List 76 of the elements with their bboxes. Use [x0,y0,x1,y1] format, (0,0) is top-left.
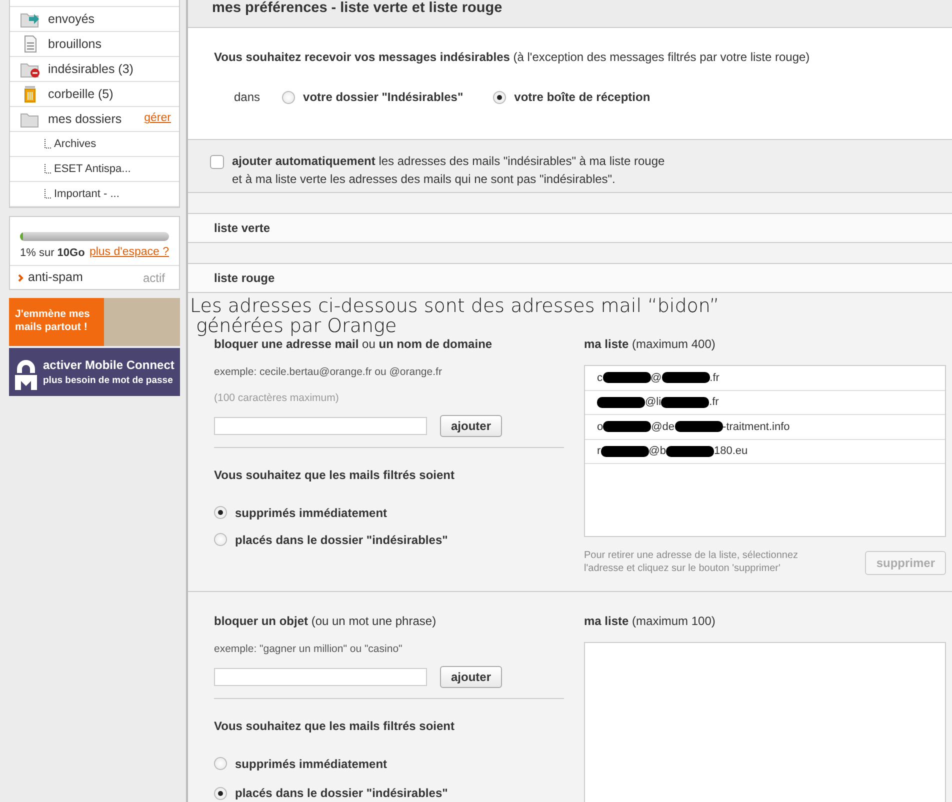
radio-button[interactable] [214,757,227,770]
redaction-mark [603,421,652,432]
option-label[interactable]: placés dans le dossier "indésirables" [235,530,448,548]
radio-button[interactable] [214,506,227,519]
subfolder-item[interactable]: Important - ... [54,186,120,202]
example-text: exemple: cecile.bertau@orange.fr ou @orange.fr [214,365,443,380]
example-text: exemple: "gagner un million" ou "casino" [214,642,404,657]
manage-link[interactable]: gérer [144,110,171,128]
radio-button[interactable] [493,90,506,104]
tree-connector-icon [44,164,52,174]
radio-button[interactable] [214,533,227,546]
email-text[interactable]: c [597,370,602,386]
promo-text: J'emmène mes mails partout ! [15,308,91,334]
prefix-label: dans [234,89,260,106]
mobile-connect-banner[interactable]: activer Mobile Connect plus besoin de mot de passe [9,348,180,396]
more-space-link[interactable]: plus d'espace ? [89,244,169,262]
handwritten-note: Les adresses ci-dessous sont des adresses mail “bidon” [190,296,720,316]
email-text[interactable]: @li [645,394,662,410]
mobile-connect-subtitle: plus besoin de mot de passe [43,374,174,388]
email-text[interactable]: .fr [709,394,719,410]
redaction-mark [602,372,650,384]
email-text[interactable]: @b [648,443,666,460]
redaction-mark [674,421,723,432]
section-header[interactable]: liste rouge [214,269,275,287]
option-label[interactable]: placés dans le dossier "indésirables" [235,784,448,802]
option-label[interactable]: votre boîte de réception [514,88,650,106]
folder-item[interactable]: corbeille (5) [10,82,179,107]
list-heading: ma liste (maximum 100) [584,613,716,630]
email-text[interactable]: @de [651,418,675,435]
redaction-mark [662,372,710,384]
remove-hint: Pour retirer une adresse de la liste, sélectionnez l'adresse et cliquez sur le bouton 'supprimer' [584,549,800,575]
add-button[interactable]: ajouter [440,414,502,436]
folder-item[interactable]: mes dossiers [48,110,122,128]
hint-text: (100 caractères maximum) [214,390,340,406]
redaction-mark [597,396,645,408]
subfolder-item[interactable]: ESET Antispa... [54,160,131,178]
radio-button[interactable] [214,786,227,800]
mobile-connect-title: activer Mobile Connect [43,356,174,374]
option-label[interactable]: supprimés immédiatement [235,754,388,773]
option-label[interactable]: supprimés immédiatement [235,504,388,522]
antispam-status: actif [142,270,165,286]
folder-item[interactable]: indésirables (3) [10,57,179,82]
handwritten-note: générées par Orange [196,316,397,336]
list-heading: ma liste (maximum 400) [584,336,716,353]
subfolder-item[interactable]: Archives [54,136,96,152]
page-title: mes préférences - liste verte et liste rouge [212,0,502,16]
block-heading: bloquer un objet (ou un mot une phrase) [214,613,438,630]
tree-connector-icon [44,139,52,149]
redaction-mark [661,396,710,408]
email-text[interactable]: @ [650,370,662,386]
folder-item[interactable]: brouillons [10,32,179,57]
block-heading: bloquer une adresse mail ou un nom de domaine [214,336,494,353]
antispam-link[interactable]: anti-spam [28,268,83,287]
option-text: ajouter automatiquement les adresses des mails "indésirables" à ma liste rouge [232,153,665,170]
email-text[interactable]: o [597,418,604,435]
input-field[interactable] [214,416,427,434]
email-text[interactable]: r [597,443,601,460]
filter-question: Vous souhaitez que les mails filtrés soient [214,466,456,484]
checkbox[interactable] [210,155,224,169]
option-text: et à ma liste verte les adresses des mails qui ne sont pas "indésirables". [232,171,616,188]
section-header[interactable]: liste verte [214,219,270,237]
filter-question: Vous souhaitez que les mails filtrés soient [214,718,456,735]
email-text[interactable]: .fr [710,370,720,386]
redaction-mark [666,446,714,457]
email-text[interactable]: -traitment.info [722,418,790,435]
redaction-mark [600,446,649,457]
tree-connector-icon [44,189,52,199]
input-field[interactable] [214,668,427,686]
chevron-icon [18,274,24,282]
add-button[interactable]: ajouter [440,666,502,688]
question-text: Vous souhaitez recevoir vos messages indésirables (à l'exception des messages filtrés par votre liste rouge) [214,49,811,66]
email-text[interactable]: 180.eu [714,443,748,460]
folder-item[interactable]: envoyés [10,7,179,32]
radio-button[interactable] [282,90,296,104]
option-label[interactable]: votre dossier "Indésirables" [303,88,464,106]
storage-text: 1% sur 10Go [20,246,85,261]
